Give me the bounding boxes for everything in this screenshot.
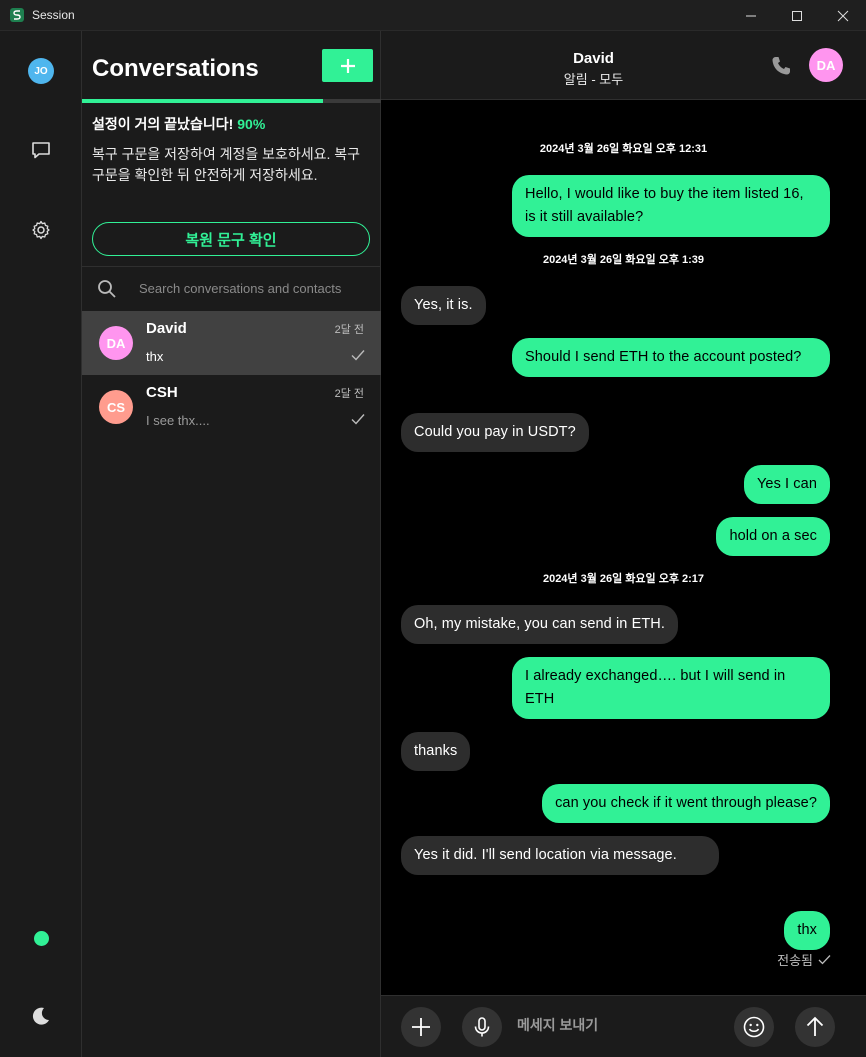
phone-icon[interactable]	[769, 54, 793, 78]
setup-progress-fill	[82, 99, 324, 103]
gear-icon[interactable]	[30, 219, 52, 241]
maximize-button[interactable]	[774, 0, 820, 31]
title-bar: Session	[0, 0, 866, 31]
chat-header: David 알림 - 모두 DA	[381, 31, 866, 100]
message-incoming[interactable]: thanks	[401, 732, 471, 771]
message-incoming[interactable]: Yes it did. I'll send location via messa…	[401, 836, 719, 875]
sent-check-icon	[818, 955, 831, 965]
conversation-name: David	[146, 320, 187, 337]
moon-icon[interactable]	[30, 1005, 52, 1027]
setup-progress-label: 90%	[237, 116, 266, 132]
message-incoming[interactable]: Could you pay in USDT?	[401, 413, 589, 452]
left-rail: JO	[0, 31, 82, 1057]
message-status: 전송됨	[777, 950, 831, 969]
conversation-preview: thx	[146, 349, 164, 364]
conversation-preview: I see thx....	[146, 413, 210, 428]
date-separator: 2024년 3월 26일 화요일 오후 2:17	[542, 573, 705, 585]
minimize-button[interactable]	[728, 0, 774, 31]
avatar: CS	[99, 390, 133, 424]
plus-icon	[412, 1018, 430, 1036]
message-list: 2024년 3월 26일 화요일 오후 12:31 Hello, I would…	[381, 100, 866, 995]
read-check-icon	[351, 414, 365, 425]
search-bar	[82, 266, 381, 310]
message-outgoing[interactable]: Yes I can	[743, 465, 830, 504]
close-icon	[837, 10, 849, 21]
read-check-icon	[351, 350, 365, 361]
add-attachment-button[interactable]	[401, 1007, 441, 1047]
message-outgoing[interactable]: Should I send ETH to the account posted?	[512, 338, 830, 377]
send-button[interactable]	[795, 1007, 835, 1047]
avatar: DA	[99, 326, 133, 360]
profile-avatar[interactable]: JO	[28, 58, 54, 84]
maximize-icon	[792, 10, 802, 21]
contact-avatar[interactable]: DA	[809, 48, 843, 82]
message-outgoing[interactable]: can you check if it went through please?	[542, 784, 830, 823]
conversation-item-david[interactable]: DA David 2달 전 thx	[82, 311, 381, 375]
conversation-item-csh[interactable]: CS CSH 2달 전 I see thx....	[82, 375, 381, 439]
microphone-icon	[474, 1017, 490, 1037]
voice-message-button[interactable]	[462, 1007, 502, 1047]
plus-icon	[340, 58, 355, 73]
setup-title-text: 설정이 거의 끝났습니다!	[92, 116, 234, 132]
emoji-icon	[743, 1016, 765, 1038]
message-outgoing[interactable]: hold on a sec	[716, 517, 830, 556]
chat-notification-setting: 알림 - 모두	[563, 72, 624, 87]
message-incoming[interactable]: Oh, my mistake, you can send in ETH.	[401, 605, 678, 644]
chat-bubble-icon[interactable]	[30, 139, 52, 161]
message-outgoing[interactable]: thx	[784, 911, 830, 950]
emoji-button[interactable]	[734, 1007, 774, 1047]
conversation-time: 2달 전	[334, 388, 364, 400]
conversations-panel: Conversations 설정이 거의 끝났습니다! 90% 복구 구문을 저장…	[82, 31, 381, 1057]
setup-description: 복구 구문을 저장하여 계정을 보호하세요. 복구 구문을 확인한 뒤 안전하게…	[92, 146, 361, 183]
message-outgoing[interactable]: Hello, I would like to buy the item list…	[512, 175, 830, 237]
new-conversation-button[interactable]	[322, 49, 373, 82]
search-input[interactable]	[139, 281, 369, 296]
message-input[interactable]	[517, 1017, 717, 1033]
chat-contact-name[interactable]: David	[381, 50, 806, 67]
message-composer	[381, 995, 866, 1057]
date-separator: 2024년 3월 26일 화요일 오후 1:39	[542, 254, 705, 266]
message-status-text: 전송됨	[777, 953, 813, 968]
close-button[interactable]	[820, 0, 866, 31]
conversations-title: Conversations	[92, 55, 259, 82]
session-logo-icon	[10, 8, 24, 22]
verify-recovery-phrase-button[interactable]: 복원 문구 확인	[92, 222, 370, 256]
search-icon	[98, 279, 116, 298]
conversation-name: CSH	[146, 384, 178, 401]
setup-progress-bar	[82, 99, 381, 103]
window-title: Session	[32, 8, 75, 22]
online-status-indicator	[34, 931, 49, 946]
message-incoming[interactable]: Yes, it is.	[401, 286, 486, 325]
conversation-time: 2달 전	[334, 324, 364, 336]
arrow-up-icon	[806, 1016, 824, 1036]
minimize-icon	[746, 15, 756, 16]
setup-title: 설정이 거의 끝났습니다! 90%	[92, 114, 265, 134]
date-separator: 2024년 3월 26일 화요일 오후 12:31	[539, 143, 708, 155]
message-outgoing[interactable]: I already exchanged…. but I will send in…	[512, 657, 830, 719]
